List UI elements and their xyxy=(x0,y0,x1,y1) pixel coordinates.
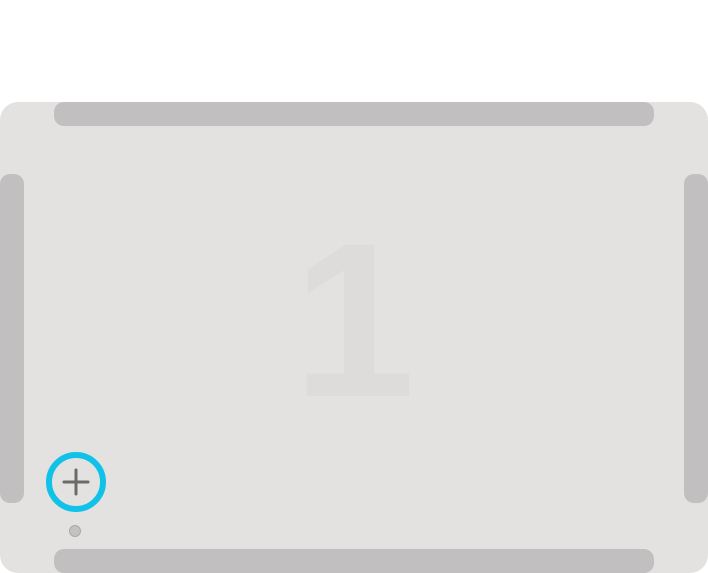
plus-icon xyxy=(62,468,90,496)
add-button[interactable] xyxy=(46,452,106,512)
screen-number: 1 xyxy=(292,197,416,443)
bottom-edge-handle[interactable] xyxy=(54,549,654,573)
canvas: 1 xyxy=(0,0,708,573)
page-indicator-dot[interactable] xyxy=(69,525,81,537)
top-edge-handle[interactable] xyxy=(54,102,654,126)
screen-panel: 1 xyxy=(0,102,708,573)
